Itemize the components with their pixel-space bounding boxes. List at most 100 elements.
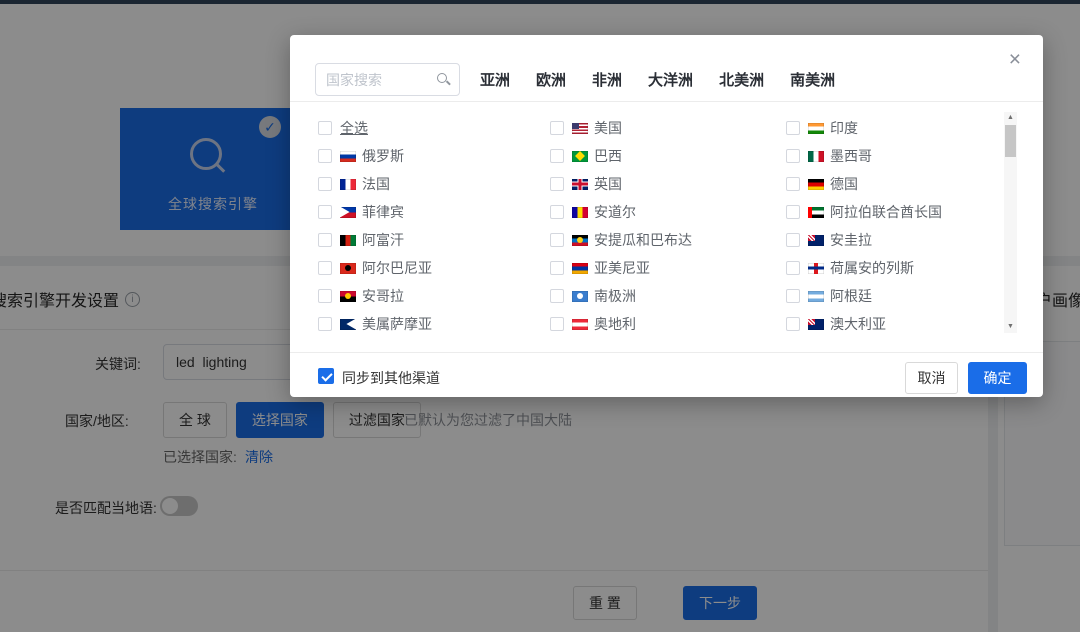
country-item[interactable]: 安道尔 <box>550 198 692 226</box>
country-label: 英国 <box>594 174 622 194</box>
checkbox[interactable] <box>550 177 564 191</box>
flag-icon <box>340 151 356 162</box>
checkbox[interactable] <box>786 233 800 247</box>
country-label: 美属萨摩亚 <box>362 314 432 334</box>
flag-icon <box>340 319 356 330</box>
flag-icon <box>340 207 356 218</box>
checkbox[interactable] <box>550 121 564 135</box>
confirm-button[interactable]: 确定 <box>968 362 1027 394</box>
select-all-item[interactable]: 全选 <box>318 114 432 142</box>
checkbox[interactable] <box>318 261 332 275</box>
flag-icon <box>808 151 824 162</box>
flag-icon <box>808 123 824 134</box>
checkbox[interactable] <box>550 233 564 247</box>
country-label: 安提瓜和巴布达 <box>594 230 692 250</box>
country-label: 安道尔 <box>594 202 636 222</box>
checkbox[interactable] <box>318 289 332 303</box>
country-item[interactable]: 美属萨摩亚 <box>318 310 432 338</box>
country-item[interactable]: 墨西哥 <box>786 142 942 170</box>
country-item[interactable]: 英国 <box>550 170 692 198</box>
country-column-3: 印度墨西哥德国阿拉伯联合酋长国安圭拉荷属安的列斯阿根廷澳大利亚 <box>786 114 942 338</box>
country-item[interactable]: 德国 <box>786 170 942 198</box>
country-label: 阿拉伯联合酋长国 <box>830 202 942 222</box>
flag-icon <box>572 123 588 134</box>
continent-tabs: 亚洲 欧洲 非洲 大洋洲 北美洲 南美洲 <box>480 63 835 96</box>
modal-footer-divider <box>290 352 1043 353</box>
tab-4[interactable]: 大洋洲 <box>648 69 693 90</box>
country-item[interactable]: 安哥拉 <box>318 282 432 310</box>
country-label: 阿富汗 <box>362 230 404 250</box>
checkbox[interactable] <box>786 289 800 303</box>
country-item[interactable]: 安圭拉 <box>786 226 942 254</box>
country-label: 南极洲 <box>594 286 636 306</box>
sync-channels-checkbox[interactable] <box>318 368 334 384</box>
flag-icon <box>808 263 824 274</box>
flag-icon <box>572 319 588 330</box>
country-item[interactable]: 菲律宾 <box>318 198 432 226</box>
flag-icon <box>808 179 824 190</box>
modal-header-divider <box>290 101 1043 102</box>
country-search-box <box>315 63 460 96</box>
country-label: 俄罗斯 <box>362 146 404 166</box>
country-label: 墨西哥 <box>830 146 872 166</box>
flag-icon <box>340 235 356 246</box>
country-label: 荷属安的列斯 <box>830 258 914 278</box>
country-item[interactable]: 南极洲 <box>550 282 692 310</box>
checkbox[interactable] <box>318 121 332 135</box>
checkbox[interactable] <box>318 233 332 247</box>
country-item[interactable]: 印度 <box>786 114 942 142</box>
checkbox[interactable] <box>550 261 564 275</box>
checkbox[interactable] <box>550 317 564 331</box>
checkbox[interactable] <box>786 177 800 191</box>
scroll-down-icon[interactable]: ▼ <box>1004 321 1017 333</box>
checkbox[interactable] <box>318 205 332 219</box>
checkbox[interactable] <box>786 317 800 331</box>
country-item[interactable]: 阿根廷 <box>786 282 942 310</box>
close-icon[interactable]: × <box>1009 49 1021 70</box>
checkbox[interactable] <box>786 205 800 219</box>
checkbox[interactable] <box>786 261 800 275</box>
search-icon <box>437 73 450 86</box>
checkbox[interactable] <box>318 149 332 163</box>
checkbox[interactable] <box>318 177 332 191</box>
country-list-scrollbar: ▲ ▼ <box>1004 112 1017 333</box>
country-item[interactable]: 俄罗斯 <box>318 142 432 170</box>
country-item[interactable]: 奥地利 <box>550 310 692 338</box>
cancel-button[interactable]: 取消 <box>905 362 958 394</box>
flag-icon <box>572 235 588 246</box>
scrollbar-thumb[interactable] <box>1005 125 1016 157</box>
tab-6[interactable]: 南美洲 <box>790 69 835 90</box>
tab-5[interactable]: 北美洲 <box>719 69 764 90</box>
flag-icon <box>572 291 588 302</box>
tab-3[interactable]: 非洲 <box>592 69 622 90</box>
checkbox[interactable] <box>550 149 564 163</box>
country-item[interactable]: 安提瓜和巴布达 <box>550 226 692 254</box>
country-label: 巴西 <box>594 146 622 166</box>
checkbox[interactable] <box>786 121 800 135</box>
country-item[interactable]: 法国 <box>318 170 432 198</box>
country-item[interactable]: 阿拉伯联合酋长国 <box>786 198 942 226</box>
country-item[interactable]: 澳大利亚 <box>786 310 942 338</box>
checkbox[interactable] <box>550 205 564 219</box>
flag-icon <box>808 319 824 330</box>
flag-icon <box>572 207 588 218</box>
country-item[interactable]: 巴西 <box>550 142 692 170</box>
checkbox[interactable] <box>786 149 800 163</box>
country-label: 安哥拉 <box>362 286 404 306</box>
country-item[interactable]: 阿尔巴尼亚 <box>318 254 432 282</box>
country-label: 亚美尼亚 <box>594 258 650 278</box>
tab-1[interactable]: 亚洲 <box>480 69 510 90</box>
checkbox[interactable] <box>550 289 564 303</box>
sync-channels-label: 同步到其他渠道 <box>342 368 440 388</box>
tab-2[interactable]: 欧洲 <box>536 69 566 90</box>
scroll-up-icon[interactable]: ▲ <box>1004 112 1017 124</box>
country-item[interactable]: 阿富汗 <box>318 226 432 254</box>
checkbox[interactable] <box>318 317 332 331</box>
country-item[interactable]: 亚美尼亚 <box>550 254 692 282</box>
country-item[interactable]: 荷属安的列斯 <box>786 254 942 282</box>
country-label: 美国 <box>594 118 622 138</box>
country-label: 奥地利 <box>594 314 636 334</box>
flag-icon <box>340 291 356 302</box>
country-item[interactable]: 美国 <box>550 114 692 142</box>
country-label: 阿尔巴尼亚 <box>362 258 432 278</box>
